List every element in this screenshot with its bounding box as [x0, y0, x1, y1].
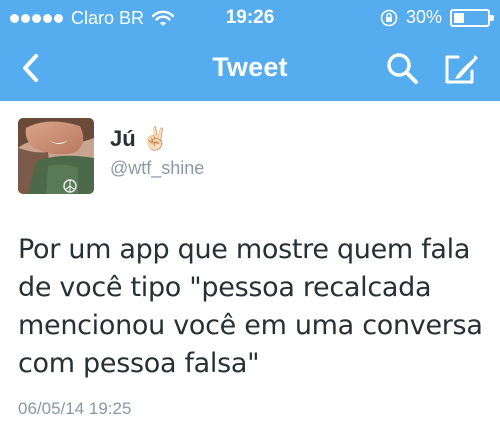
tweet-detail: Jú ✌🏻 @wtf_shine Por um app que mostre q… — [0, 101, 500, 421]
battery-fill — [454, 12, 464, 23]
status-bar: Claro BR 19:26 30% — [0, 0, 500, 36]
author-name-row: Jú ✌🏻 — [110, 123, 204, 155]
tweet-author: Jú ✌🏻 @wtf_shine — [110, 123, 204, 179]
page-title: Tweet — [212, 52, 288, 82]
compose-icon — [445, 55, 478, 84]
tweet-text-line: Por um app que mostre quem fala — [18, 234, 471, 265]
status-right: 30% — [380, 7, 494, 28]
nav-bar: Tweet — [0, 36, 500, 101]
avatar[interactable] — [18, 118, 94, 194]
tweet-timestamp: 06/05/14 19:25 — [18, 399, 132, 418]
battery-icon — [450, 8, 494, 27]
tweet-text-line: de você tipo "pessoa recalcada — [18, 272, 432, 303]
author-handle[interactable]: @wtf_shine — [110, 158, 204, 179]
tweet-text: Por um app que mostre quem fala de você … — [18, 231, 488, 383]
battery-percent: 30% — [405, 7, 442, 27]
tweet-text-line: mencionou você em uma conversa — [18, 310, 483, 341]
rotation-lock-icon — [380, 9, 398, 26]
compose-button[interactable] — [440, 48, 484, 88]
top-bar: Claro BR 19:26 30% Tweet — [0, 0, 500, 101]
author-name[interactable]: Jú — [110, 126, 136, 152]
avatar-photo — [18, 118, 94, 194]
tweet-text-line: com pessoa falsa" — [18, 348, 260, 379]
search-icon — [387, 53, 418, 84]
search-button[interactable] — [382, 48, 422, 88]
victory-hand-emoji: ✌🏻 — [141, 126, 170, 152]
